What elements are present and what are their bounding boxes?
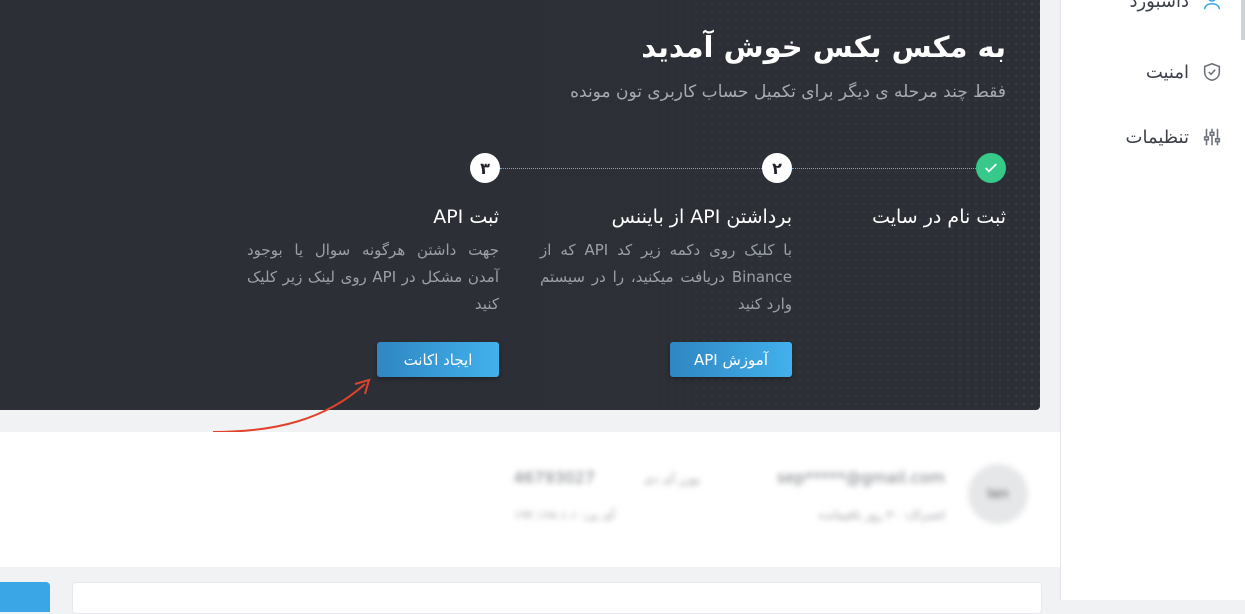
page-title: به مکس بکس خوش آمدید — [641, 30, 1006, 64]
step-2-description: با کلیک روی دکمه زیر کد API که از Binanc… — [540, 241, 792, 313]
sliders-icon — [1201, 126, 1223, 148]
sidebar-item-settings[interactable]: تنظیمات — [1126, 126, 1223, 148]
subscription-text: اشتراک: ۳۰ روز باقیمانده — [818, 508, 945, 522]
step-2-title: برداشتن API از بایننس — [611, 206, 792, 228]
floating-button[interactable] — [0, 582, 50, 612]
user-icon — [1201, 0, 1223, 12]
sidebar-item-label: امنیت — [1145, 61, 1189, 83]
content-card — [72, 582, 1042, 614]
page-subtitle: فقط چند مرحله ی دیگر برای تکمیل حساب کار… — [570, 82, 1006, 102]
api-tutorial-button[interactable]: آموزش API — [670, 342, 792, 377]
step-connector — [792, 168, 976, 169]
step-3-number: ۳ — [470, 153, 500, 183]
shield-icon — [1201, 61, 1223, 83]
step-connector — [500, 168, 762, 169]
user-id-label: یوزر آی دی — [643, 472, 700, 486]
sidebar-item-label: تنظیمات — [1125, 126, 1189, 148]
step-3-description: جهت داشتن هرگونه سوال یا بوجود آمدن مشکل… — [247, 241, 499, 313]
step-3-title: ثبت API — [433, 206, 499, 228]
welcome-card: به مکس بکس خوش آمدید فقط چند مرحله ی دیگ… — [0, 0, 1040, 410]
sidebar-item-label: داشبورد — [1129, 0, 1189, 12]
email-text: sep*****@gmail.com — [776, 468, 945, 487]
sidebar-item-security[interactable]: امنیت — [1146, 61, 1223, 83]
user-id-value: 46793027 — [513, 468, 595, 487]
sidebar: داشبورد امنیت تنظیمات — [1060, 0, 1245, 600]
scrollbar[interactable] — [1241, 0, 1245, 40]
profile-card: ten sep*****@gmail.com یوزر آی دی 467930… — [0, 432, 1060, 567]
sidebar-item-dashboard[interactable]: داشبورد — [1129, 0, 1223, 12]
annotation-arrow-icon — [212, 378, 371, 433]
step-1-title: ثبت نام در سایت — [872, 206, 1006, 228]
step-2-number: ۲ — [762, 153, 792, 183]
step-1-check-icon — [976, 153, 1006, 183]
ip-text: آی پی: ۱۹۲.۱۶۸.۱.۱ — [514, 508, 615, 522]
create-account-button[interactable]: ایجاد اکانت — [377, 342, 499, 377]
avatar: ten — [968, 464, 1028, 524]
